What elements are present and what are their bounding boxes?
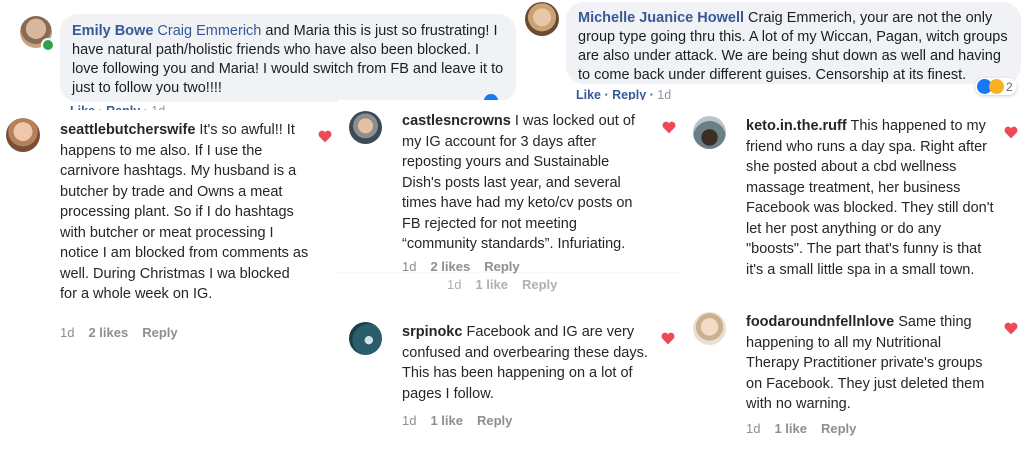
comment-text-block: seattlebutcherswife It's so awful!! It h… (60, 120, 310, 305)
comment-text-block: keto.in.the.ruff This happened to my fri… (746, 116, 994, 280)
heart-icon[interactable] (1004, 126, 1018, 139)
comment-bubble: Michelle Juanice Howell Craig Emmerich, … (566, 2, 1021, 84)
comment-meta: 1d 2 likes Reply (60, 325, 178, 340)
comment-time: 1d (746, 421, 761, 436)
reply-button[interactable]: Reply (142, 325, 177, 340)
comment-meta-underlying: 1d 1 like Reply (447, 277, 557, 292)
avatar[interactable] (6, 118, 40, 152)
comment-meta: 1d 1 like Reply (402, 413, 512, 428)
comment-time: 1d (402, 259, 417, 274)
comment-author[interactable]: Michelle Juanice Howell (578, 10, 744, 26)
reply-button[interactable]: Reply (522, 277, 557, 292)
avatar[interactable] (693, 312, 726, 345)
comment-text: I was locked out of my IG account for 3 … (402, 113, 635, 252)
reply-button[interactable]: Reply (477, 413, 512, 428)
reply-button[interactable]: Reply (484, 259, 519, 274)
comment-username[interactable]: foodaroundnfellnlove (746, 314, 894, 330)
sad-reaction-icon (989, 79, 1004, 94)
comment-username[interactable]: srpinokc (402, 324, 462, 340)
mention-tag[interactable]: Craig Emmerich (157, 23, 261, 39)
likes-count[interactable]: 1 like (475, 277, 508, 292)
comment-text-block: castlesncrowns I was locked out of my IG… (402, 111, 652, 255)
comment-text-block: foodaroundnfellnlove Same thing happenin… (746, 312, 994, 415)
reactions-summary[interactable]: 2 (975, 78, 1017, 95)
heart-icon[interactable] (318, 130, 332, 143)
comment-username[interactable]: keto.in.the.ruff (746, 118, 847, 134)
reaction-count: 2 (1006, 79, 1013, 94)
comment-time: 1d (60, 325, 75, 340)
avatar[interactable] (349, 322, 382, 355)
comment-text: This happened to my friend who runs a da… (746, 118, 994, 278)
reply-button[interactable]: Reply (821, 421, 856, 436)
avatar[interactable] (349, 111, 382, 144)
heart-icon[interactable] (1004, 322, 1018, 335)
comment-meta: 1d 1 like Reply (746, 421, 856, 436)
likes-count[interactable]: 1 like (430, 413, 463, 428)
online-status-icon (41, 38, 55, 52)
heart-icon[interactable] (662, 121, 676, 134)
comment-time: 1d (402, 413, 417, 428)
likes-count[interactable]: 1 like (774, 421, 807, 436)
avatar[interactable] (525, 2, 559, 36)
comment-username[interactable]: seattlebutcherswife (60, 122, 195, 138)
comment-meta: 1d 2 likes Reply (402, 259, 520, 274)
comment-bubble: Emily Bowe Craig Emmerich and Maria this… (60, 14, 516, 102)
heart-icon[interactable] (661, 332, 675, 345)
mention-tag[interactable]: Craig Emmerich (748, 10, 852, 26)
likes-count[interactable]: 2 likes (88, 325, 128, 340)
likes-count[interactable]: 2 likes (430, 259, 470, 274)
comment-username[interactable]: castlesncrowns (402, 113, 511, 129)
avatar[interactable] (693, 116, 726, 149)
comment-text-block: srpinokc Facebook and IG are very confus… (402, 322, 652, 404)
comment-text: It's so awful!! It happens to me also. I… (60, 122, 309, 302)
comment-time: 1d (447, 277, 462, 292)
comment-author[interactable]: Emily Bowe (72, 23, 153, 39)
